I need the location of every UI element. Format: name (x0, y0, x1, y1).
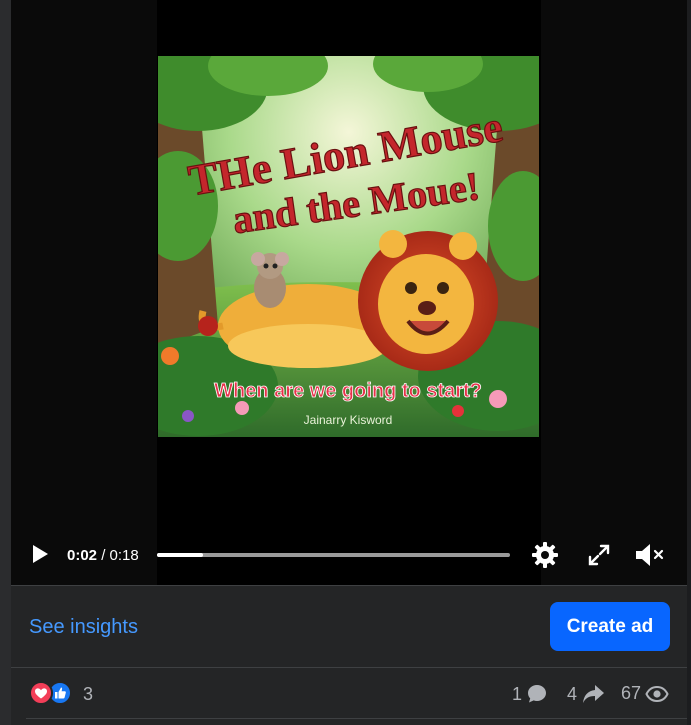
comments-number: 1 (512, 683, 523, 704)
comment-icon (528, 685, 547, 703)
duration: 0:18 (109, 547, 139, 564)
play-icon (33, 545, 48, 563)
video-player[interactable]: THe Lion Mouse and the Moue! When are we… (11, 0, 687, 585)
thumbnail-subtitle: When are we going to start? (214, 380, 482, 402)
create-ad-button[interactable]: Create ad (550, 602, 670, 651)
reaction-count: 3 (83, 684, 94, 704)
divider (11, 585, 687, 586)
shares-number: 4 (567, 683, 578, 704)
right-edge-strip (687, 0, 691, 725)
views-number: 67 (621, 683, 642, 703)
progress-bar[interactable] (157, 553, 510, 557)
play-button[interactable] (29, 543, 51, 565)
thumbnail-author: Jainarry Kisword (304, 413, 393, 427)
views-count[interactable]: 67 (621, 683, 669, 704)
post-card: THe Lion Mouse and the Moue! When are we… (11, 0, 687, 725)
volume-muted-icon (636, 544, 664, 566)
current-time: 0:02 (67, 547, 98, 564)
shares-count[interactable]: 4 (567, 683, 605, 705)
divider (26, 718, 687, 719)
video-thumbnail[interactable]: THe Lion Mouse and the Moue! When are we… (158, 56, 539, 437)
divider (11, 667, 687, 668)
fullscreen-button[interactable] (587, 543, 611, 567)
love-reaction-icon (29, 681, 53, 705)
share-icon (583, 685, 605, 703)
settings-gear-icon (532, 542, 558, 568)
video-time: 0:02 / 0:18 (67, 547, 139, 564)
see-insights-link[interactable]: See insights (29, 616, 138, 639)
views-eye-icon (645, 685, 669, 702)
mute-button[interactable] (633, 541, 665, 569)
settings-button[interactable] (531, 541, 559, 569)
progress-fill (157, 553, 203, 557)
comments-count[interactable]: 1 (512, 683, 548, 705)
video-controls: 0:02 / 0:18 (11, 525, 687, 585)
thumbnail-illustration: THe Lion Mouse and the Moue! When are we… (158, 56, 539, 437)
reactions-summary[interactable]: 3 (29, 681, 149, 707)
fullscreen-icon (588, 544, 610, 566)
time-separator: / (101, 547, 106, 564)
left-edge-strip (0, 0, 11, 725)
